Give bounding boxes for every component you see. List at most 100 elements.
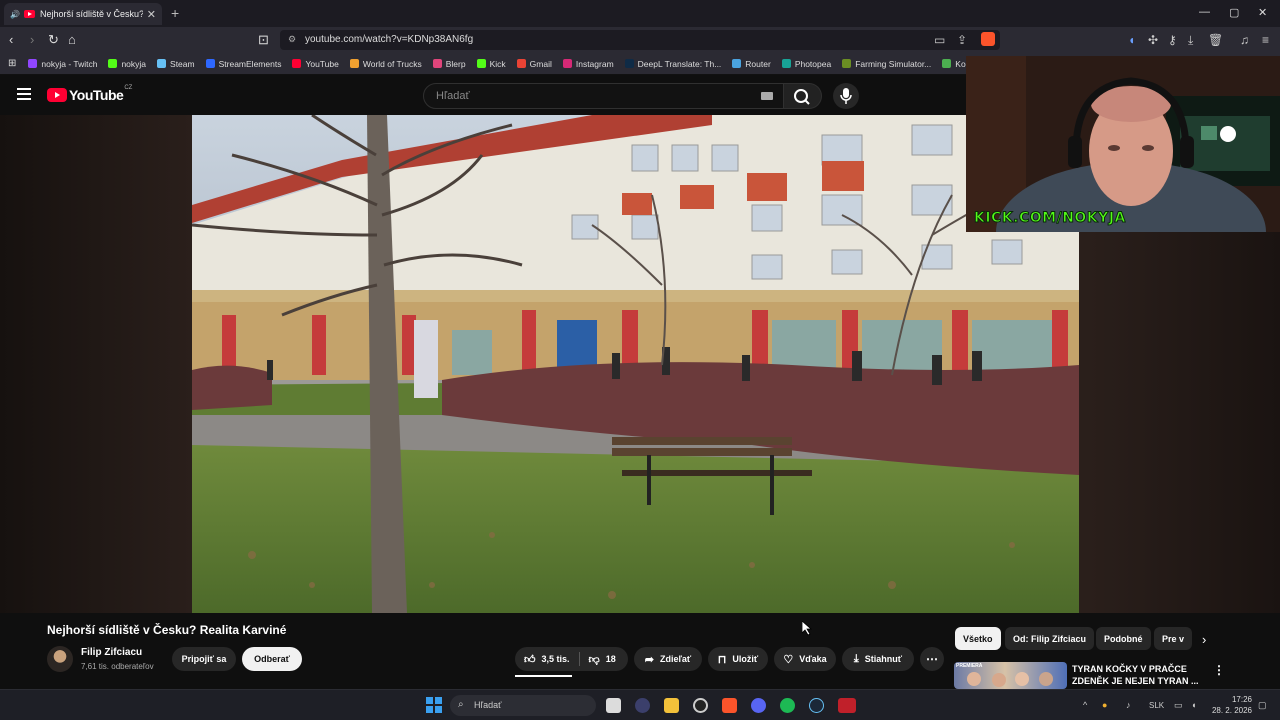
chip-from-channel[interactable]: Od: Filip Zifciacu xyxy=(1005,627,1095,650)
bookmark-label: DeepL Translate: Th... xyxy=(637,58,722,69)
system-clock[interactable]: 17:26 28. 2. 2026 xyxy=(1208,694,1252,716)
search-button[interactable] xyxy=(784,83,822,109)
bookmark-item[interactable]: nokyja - Twitch xyxy=(28,59,97,69)
address-bar[interactable]: ⚙ youtube.com/watch?v=KDNp38AN6fg xyxy=(280,30,1000,50)
channel-avatar[interactable] xyxy=(47,646,73,672)
bookmark-item[interactable]: YouTube xyxy=(292,59,339,69)
bookmark-item[interactable]: Photopea xyxy=(781,59,831,69)
site-info-icon[interactable]: ⚙ xyxy=(288,34,296,45)
webcam-kick-url: KICK.COM/NOKYJA xyxy=(974,210,1126,227)
new-tab-icon[interactable]: + xyxy=(171,5,179,21)
browser-toolbar: ‹ › ↻ ⌂ ⊡ ⚙ youtube.com/watch?v=KDNp38AN… xyxy=(0,27,1280,53)
share-icon[interactable]: ⇪ xyxy=(957,33,967,47)
windows-start-icon[interactable] xyxy=(426,697,442,713)
discord-icon[interactable] xyxy=(751,698,766,713)
keyboard-icon[interactable] xyxy=(761,92,773,100)
chip-related[interactable]: Podobné xyxy=(1096,627,1151,650)
network-icon[interactable]: ▭ xyxy=(1174,700,1183,711)
apps-grid-icon[interactable]: ⊞ xyxy=(8,58,16,69)
tray-overflow-icon[interactable]: ^ xyxy=(1083,700,1087,710)
chips-next-icon[interactable]: › xyxy=(1202,632,1206,647)
brave-shield-icon[interactable] xyxy=(981,32,995,46)
task-view-icon[interactable] xyxy=(606,698,621,713)
recommendation-title[interactable]: TYRAN KOČKY V PRAČCE ZDENĚK JE NEJEN TYR… xyxy=(1072,663,1202,687)
thumbs-down-icon[interactable]: 👎︎ xyxy=(589,653,600,666)
bookmark-item[interactable]: nokyja xyxy=(108,59,146,69)
search-placeholder: Hľadať xyxy=(436,90,470,102)
bookmark-item[interactable]: Steam xyxy=(157,59,195,69)
bookmark-item[interactable]: DeepL Translate: Th... xyxy=(624,58,722,69)
bookmark-page-icon[interactable]: ⊡ xyxy=(258,32,269,48)
youtube-play-icon xyxy=(47,88,67,102)
search-input[interactable]: Hľadať xyxy=(423,83,784,109)
maximize-window-icon[interactable]: ▢ xyxy=(1229,6,1239,19)
tray-app-icon[interactable]: ● xyxy=(1102,700,1107,710)
screen-cast-icon[interactable]: ▭ xyxy=(934,33,945,47)
notifications-icon[interactable]: ▢ xyxy=(1258,700,1267,711)
thanks-button[interactable]: ♡ Vďaka xyxy=(774,647,836,671)
voice-search-button[interactable] xyxy=(833,83,859,109)
streamer-webcam-image xyxy=(966,56,1280,232)
brave-browser-icon[interactable] xyxy=(722,698,737,713)
home-icon[interactable]: ⌂ xyxy=(68,32,76,47)
forward-icon[interactable]: › xyxy=(30,32,34,47)
bookmark-item[interactable]: Router xyxy=(732,59,771,69)
speaker-icon[interactable]: 🔊 xyxy=(10,10,20,19)
chip-for-you[interactable]: Pre v xyxy=(1154,627,1192,650)
file-explorer-icon[interactable] xyxy=(664,698,679,713)
passwords-icon[interactable]: ⚷ xyxy=(1168,33,1177,47)
video-player[interactable] xyxy=(192,115,1079,613)
subscriber-count: 7,61 tis. odberateľov xyxy=(81,662,154,671)
close-tab-icon[interactable]: ✕ xyxy=(147,8,156,21)
bookmark-item[interactable]: Farming Simulator... xyxy=(842,59,931,69)
taskbar-search-input[interactable]: ⌕ Hľadať xyxy=(450,695,596,716)
browser-tab-active[interactable]: 🔊 Nejhorší sídliště v Česku? Rea ✕ xyxy=(4,3,162,25)
audio-playing-icon[interactable]: ◖ xyxy=(1128,33,1135,47)
bookmark-favicon-icon xyxy=(108,59,118,68)
bookmark-item[interactable]: Kick xyxy=(476,59,506,69)
extensions-icon[interactable]: ✣ xyxy=(1148,33,1158,47)
language-indicator[interactable]: SLK xyxy=(1149,701,1164,710)
voicemeeter-icon[interactable] xyxy=(838,698,856,713)
bookmark-favicon-icon xyxy=(476,59,486,68)
dislike-count[interactable]: 18 xyxy=(606,654,616,664)
chip-all[interactable]: Všetko xyxy=(955,627,1001,650)
reload-icon[interactable]: ↻ xyxy=(48,32,59,48)
bookmark-item[interactable]: StreamElements xyxy=(205,59,281,69)
widgets-icon[interactable] xyxy=(635,698,650,713)
spotify-icon[interactable] xyxy=(780,698,795,713)
obs-icon[interactable] xyxy=(693,698,708,713)
bookmark-item[interactable]: Ko xyxy=(942,59,966,69)
save-button[interactable]: ⊓ Uložiť xyxy=(708,647,768,671)
recommendation-menu-icon[interactable]: ⋮ xyxy=(1213,663,1225,677)
steam-icon[interactable] xyxy=(809,698,824,713)
thumbs-up-icon[interactable]: 👍︎ xyxy=(524,653,536,666)
bookmark-item[interactable]: World of Trucks xyxy=(349,59,422,69)
channel-name[interactable]: Filip Zifciacu xyxy=(81,647,142,658)
trash-icon[interactable]: 🗑 xyxy=(1208,33,1223,47)
downloads-icon[interactable]: ⤓ xyxy=(1188,33,1193,48)
more-actions-button[interactable]: ⋯ xyxy=(920,647,944,671)
region-code: CZ xyxy=(124,85,133,91)
minimize-window-icon[interactable]: — xyxy=(1199,6,1210,18)
volume-icon[interactable]: ◖ xyxy=(1191,700,1196,710)
bookmark-item[interactable]: Blerp xyxy=(432,59,466,69)
bookmark-label: nokyja xyxy=(121,58,147,69)
download-icon: ⤓ xyxy=(853,652,859,665)
save-label: Uložiť xyxy=(732,654,759,664)
subscribe-button[interactable]: Odberať xyxy=(242,647,302,671)
join-button[interactable]: Pripojiť sa xyxy=(172,647,236,671)
recommendation-thumbnail[interactable]: PREMIERA xyxy=(954,662,1067,689)
youtube-logo[interactable]: YouTube CZ xyxy=(47,85,133,103)
tray-mic-icon[interactable]: ♪ xyxy=(1126,700,1131,710)
like-count[interactable]: 3,5 tis. xyxy=(542,654,570,664)
share-button[interactable]: ➦ Zdieľať xyxy=(634,647,702,671)
download-button[interactable]: ⤓ Stiahnuť xyxy=(842,647,914,671)
bookmark-item[interactable]: Gmail xyxy=(516,59,552,69)
close-window-icon[interactable]: ✕ xyxy=(1258,6,1267,19)
hamburger-menu-icon[interactable] xyxy=(17,88,31,103)
back-icon[interactable]: ‹ xyxy=(9,32,13,47)
menu-icon[interactable]: ≡ xyxy=(1262,33,1269,47)
music-icon[interactable]: ♫ xyxy=(1240,33,1249,47)
bookmark-item[interactable]: Instagram xyxy=(562,59,614,69)
